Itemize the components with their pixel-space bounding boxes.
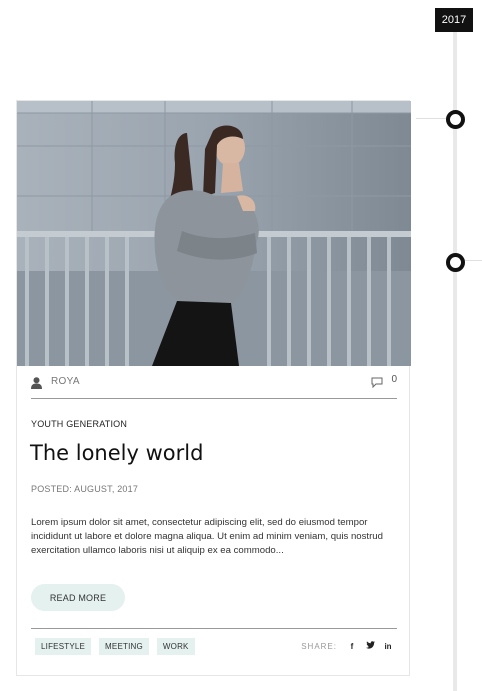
- blog-post-card: ROYA 0 YOUTH GENERATION The lonely world…: [16, 100, 411, 676]
- comment-count[interactable]: 0: [391, 374, 397, 385]
- tag-list: LIFESTYLE MEETING WORK: [35, 638, 195, 655]
- tag-lifestyle[interactable]: LIFESTYLE: [35, 638, 92, 655]
- tag-meeting[interactable]: MEETING: [99, 638, 149, 655]
- timeline-line: [453, 30, 457, 691]
- user-icon: [31, 376, 42, 389]
- author-name[interactable]: ROYA: [51, 376, 80, 387]
- post-date: POSTED: AUGUST, 2017: [31, 484, 139, 494]
- share-label: SHARE:: [301, 641, 337, 651]
- read-more-button[interactable]: READ MORE: [31, 584, 125, 611]
- linkedin-icon[interactable]: in: [379, 642, 397, 651]
- post-footer: LIFESTYLE MEETING WORK SHARE: f in: [31, 628, 397, 659]
- timeline-node: [446, 110, 465, 129]
- twitter-icon[interactable]: [361, 641, 379, 651]
- post-meta: ROYA 0: [31, 371, 397, 399]
- year-badge: 2017: [435, 8, 473, 32]
- share-links: SHARE: f in: [301, 641, 397, 651]
- post-image[interactable]: [17, 101, 411, 366]
- comment-icon[interactable]: [371, 375, 383, 389]
- timeline-connector: [416, 118, 450, 119]
- facebook-icon[interactable]: f: [343, 642, 361, 651]
- tag-work[interactable]: WORK: [156, 638, 195, 655]
- post-excerpt: Lorem ipsum dolor sit amet, consectetur …: [31, 517, 383, 556]
- timeline-node: [446, 253, 465, 272]
- post-category[interactable]: YOUTH GENERATION: [31, 419, 127, 429]
- post-title[interactable]: The lonely world: [30, 441, 203, 465]
